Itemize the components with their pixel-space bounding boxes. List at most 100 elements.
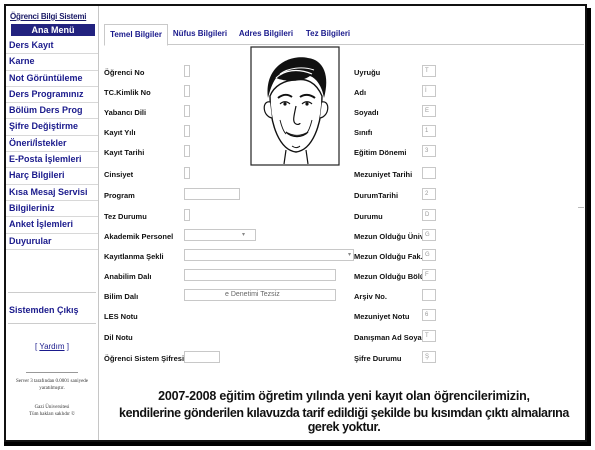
label-mezuniyet-tarihi: Mezuniyet Tarihi	[354, 170, 413, 179]
sidebar-item-not-goruntuleme[interactable]: Not Görüntüleme	[6, 71, 98, 87]
label-bilim-dali: Bilim Dalı	[104, 292, 139, 301]
sidebar-divider	[26, 372, 78, 373]
sidebar-item-ders-kayit[interactable]: Ders Kayıt	[6, 38, 98, 55]
tez-durumu-field[interactable]	[184, 209, 190, 221]
label-sinifi: Sınıfı	[354, 128, 373, 137]
label-durumu: Durumu	[354, 212, 383, 221]
arsiv-no-field[interactable]	[422, 289, 436, 301]
ogrenci-sistem-sifresi-field[interactable]	[184, 351, 220, 363]
label-dil-notu: Dil Notu	[104, 333, 133, 342]
sidebar-item-kisa-mesaj-servisi[interactable]: Kısa Mesaj Servisi	[6, 185, 98, 201]
label-arsiv-no: Arşiv No.	[354, 292, 387, 301]
label-durum-tarihi: DurumTarihi	[354, 191, 399, 200]
label-mezun-oldugu-univ: Mezun Olduğu Üniv.	[354, 232, 426, 241]
label-mezun-oldugu-fak: Mezun Olduğu Fak.	[354, 252, 423, 261]
adi-field[interactable]: İ	[422, 85, 436, 97]
sidebar-item-eposta-islemleri[interactable]: E-Posta İşlemleri	[6, 152, 98, 169]
sidebar-item-duyurular[interactable]: Duyurular	[6, 234, 98, 250]
uyrugu-field[interactable]: T	[422, 65, 436, 77]
label-kayit-tarihi: Kayıt Tarihi	[104, 148, 145, 157]
label-mezuniyet-notu: Mezuniyet Notu	[354, 312, 410, 321]
mezun-oldugu-univ-field[interactable]: G	[422, 229, 436, 241]
label-kayit-yili: Kayıt Yılı	[104, 128, 136, 137]
sifre-durumu-field[interactable]: Ş	[422, 351, 436, 363]
student-info-form: Öğrenci No TC.Kimlik No Yabancı Dili Kay…	[104, 46, 584, 436]
server-info: Server 3 tarafından 0.0001 saniyede yara…	[6, 378, 98, 392]
sidebar-item-karne[interactable]: Karne	[6, 54, 98, 71]
label-program: Program	[104, 191, 135, 200]
info-notice: 2007-2008 eğitim öğretim yılında yeni ka…	[104, 389, 584, 434]
student-photo	[250, 46, 340, 166]
label-ogrenci-no: Öğrenci No	[104, 68, 145, 77]
divider	[578, 207, 584, 208]
help-bracket-close: ]	[64, 342, 69, 351]
main-menu-header: Ana Menü	[11, 24, 95, 36]
sidebar-item-harc-bilgileri[interactable]: Harç Bilgileri	[6, 168, 98, 185]
student-avatar-drawing	[250, 46, 340, 166]
frame-shadow	[4, 442, 589, 446]
label-egitim-donemi: Eğitim Dönemi	[354, 148, 407, 157]
sinifi-field[interactable]: 1	[422, 125, 436, 137]
sidebar-item-bolum-ders-prog[interactable]: Bölüm Ders Prog	[6, 103, 98, 120]
egitim-donemi-field[interactable]: 3	[422, 145, 436, 157]
label-tc-kimlik-no: TC.Kimlik No	[104, 88, 151, 97]
tab-bar: Temel Bilgiler Nüfus Bilgileri Adres Bil…	[104, 24, 584, 46]
tab-adres-bilgileri[interactable]: Adres Bilgileri	[234, 24, 298, 44]
kayit-yili-field[interactable]	[184, 125, 190, 137]
label-cinsiyet: Cinsiyet	[104, 170, 134, 179]
label-les-notu: LES Notu	[104, 312, 138, 321]
anabilim-dali-field[interactable]	[184, 269, 336, 281]
mezun-oldugu-bolum-field[interactable]: F	[422, 269, 436, 281]
tab-temel-bilgiler[interactable]: Temel Bilgiler	[104, 24, 168, 46]
sidebar-divider	[8, 292, 96, 293]
cinsiyet-field[interactable]	[184, 167, 190, 179]
copyright-line: Tüm hakları saklıdır ©	[29, 412, 75, 417]
notice-line: 2007-2008 eğitim öğretim yılında yeni ka…	[158, 389, 530, 403]
sidebar-divider	[8, 323, 96, 324]
logout-link[interactable]: Sistemden Çıkış	[9, 305, 79, 315]
danisman-ad-soyad-field[interactable]: T	[422, 330, 436, 342]
tc-kimlik-no-field[interactable]	[184, 85, 190, 97]
durumu-field[interactable]: D	[422, 209, 436, 221]
frame-shadow	[587, 8, 591, 446]
chevron-down-icon: ▾	[241, 232, 245, 238]
tab-nufus-bilgileri[interactable]: Nüfus Bilgileri	[168, 24, 232, 44]
sidebar: Öğrenci Bilgi Sistemi Ana Menü Ders Kayı…	[6, 6, 99, 440]
soyadi-field[interactable]: E	[422, 105, 436, 117]
sidebar-item-oneri-istekler[interactable]: Öneri/İstekler	[6, 136, 98, 153]
app-title[interactable]: Öğrenci Bilgi Sistemi	[10, 12, 96, 21]
label-sifre-durumu: Şifre Durumu	[354, 354, 402, 363]
server-info-line: yaratılmıştır.	[39, 386, 65, 391]
tab-tez-bilgileri[interactable]: Tez Bilgileri	[300, 24, 356, 44]
help-link-container: [ Yardım ]	[6, 342, 98, 351]
program-field[interactable]	[184, 188, 240, 200]
sidebar-item-ders-programiniz[interactable]: Ders Programınız	[6, 87, 98, 104]
sidebar-item-anket-islemleri[interactable]: Anket İşlemleri	[6, 217, 98, 234]
server-info-line: Server 3 tarafından 0.0001 saniyede	[15, 379, 89, 384]
label-mezun-oldugu-bolum: Mezun Olduğu Bölüm	[354, 272, 432, 281]
kayitlanma-sekli-select[interactable]: ▾	[184, 249, 354, 261]
label-akademik-personel: Akademik Personel	[104, 232, 174, 241]
mezuniyet-notu-field[interactable]: 6	[422, 309, 436, 321]
label-tez-durumu: Tez Durumu	[104, 212, 147, 221]
durum-tarihi-field[interactable]: 2	[422, 188, 436, 200]
help-link[interactable]: Yardım	[39, 342, 64, 351]
sidebar-item-bilgileriniz[interactable]: Bilgileriniz	[6, 201, 98, 218]
mezuniyet-tarihi-field[interactable]	[422, 167, 436, 179]
label-yabanci-dili: Yabancı Dili	[104, 108, 147, 117]
label-danisman-ad-soyad: Danışman Ad Soyad	[354, 333, 427, 342]
label-kayitlanma-sekli: Kayıtlanma Şekli	[104, 252, 164, 261]
copyright: Gazi Üniversitesi Tüm hakları saklıdır ©	[6, 404, 98, 418]
mezun-oldugu-fak-field[interactable]: G	[422, 249, 436, 261]
bilim-dali-field[interactable]: e Denetimi Tezsiz	[184, 289, 336, 301]
label-soyadi: Soyadı	[354, 108, 379, 117]
kayit-tarihi-field[interactable]	[184, 145, 190, 157]
label-uyrugu: Uyruğu	[354, 68, 381, 77]
notice-line: kendilerine gönderilen kılavuzda tarif e…	[119, 406, 569, 434]
sidebar-menu: Ders Kayıt Karne Not Görüntüleme Ders Pr…	[6, 38, 98, 250]
sidebar-item-sifre-degistirme[interactable]: Şifre Değiştirme	[6, 119, 98, 136]
ogrenci-no-field[interactable]	[184, 65, 190, 77]
akademik-personel-select[interactable]: ▾	[184, 229, 256, 241]
label-anabilim-dali: Anabilim Dalı	[104, 272, 152, 281]
yabanci-dili-field[interactable]	[184, 105, 190, 117]
